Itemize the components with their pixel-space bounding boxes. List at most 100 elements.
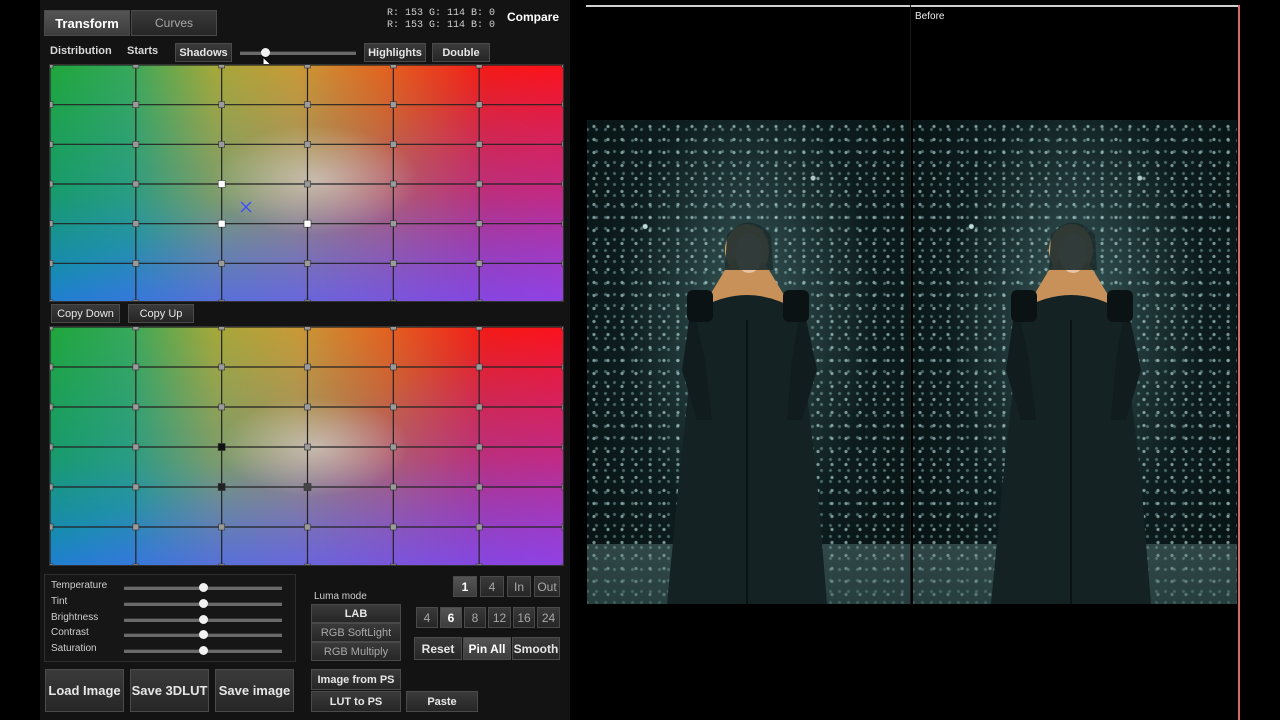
grid-control-point[interactable]: [561, 327, 564, 331]
preview-divider[interactable]: [910, 5, 911, 605]
grid-control-point[interactable]: [304, 299, 311, 302]
grid-control-point[interactable]: [132, 403, 140, 411]
grid-control-point[interactable]: [132, 101, 140, 108]
luma-option-rgb-multiply[interactable]: RGB Multiply: [311, 642, 401, 661]
reset-button[interactable]: Reset: [414, 637, 462, 660]
grid-control-point[interactable]: [561, 220, 564, 227]
grid-control-point[interactable]: [561, 101, 564, 108]
grid-control-point[interactable]: [475, 443, 483, 451]
grid-control-point[interactable]: [561, 260, 564, 267]
grid-control-point[interactable]: [475, 483, 483, 491]
grid-control-point[interactable]: [132, 180, 140, 188]
grid-control-point[interactable]: [390, 65, 397, 69]
grid-control-point[interactable]: [218, 299, 225, 302]
grid-control-point[interactable]: [475, 563, 483, 566]
grid-control-point[interactable]: [390, 180, 397, 188]
view-button-out[interactable]: Out: [534, 576, 560, 597]
grid-control-point[interactable]: [50, 299, 54, 302]
grid-control-point[interactable]: [132, 220, 140, 227]
grid-control-point[interactable]: [132, 65, 140, 69]
grid-control-point[interactable]: [132, 523, 140, 531]
luma-option-lab[interactable]: LAB: [311, 604, 401, 623]
shadows-slider-track[interactable]: [240, 51, 356, 55]
color-grid-target[interactable]: [49, 64, 564, 302]
grid-control-point[interactable]: [304, 180, 311, 188]
grid-control-point[interactable]: [304, 141, 311, 148]
grid-control-point[interactable]: [217, 483, 226, 491]
grid-control-point[interactable]: [304, 563, 311, 566]
copy-up-button[interactable]: Copy Up: [128, 304, 194, 323]
grid-control-point[interactable]: [390, 443, 397, 451]
grid-control-point[interactable]: [390, 101, 397, 108]
view-button-4[interactable]: 4: [480, 576, 504, 597]
grid-control-point[interactable]: [561, 443, 564, 451]
grid-control-point[interactable]: [132, 299, 140, 302]
grid-control-point[interactable]: [132, 563, 140, 566]
view-button-1[interactable]: 1: [453, 576, 477, 597]
grid-control-point[interactable]: [132, 443, 140, 451]
adjust-slider-knob[interactable]: [199, 599, 208, 608]
grid-control-point[interactable]: [561, 65, 564, 69]
luma-option-rgb-softlight[interactable]: RGB SoftLight: [311, 623, 401, 642]
grid-control-point[interactable]: [475, 180, 483, 188]
grid-control-point[interactable]: [50, 327, 54, 331]
grid-size-6[interactable]: 6: [440, 607, 462, 628]
grid-size-16[interactable]: 16: [513, 607, 535, 628]
grid-control-point[interactable]: [218, 141, 225, 148]
grid-control-point[interactable]: [50, 220, 54, 227]
grid-control-point[interactable]: [475, 220, 483, 227]
grid-control-point[interactable]: [50, 363, 54, 371]
grid-control-point[interactable]: [218, 260, 225, 267]
grid-size-4[interactable]: 4: [416, 607, 438, 628]
grid-control-point[interactable]: [218, 101, 225, 108]
grid-control-point[interactable]: [50, 403, 54, 411]
grid-control-point[interactable]: [561, 299, 564, 302]
grid-control-point[interactable]: [390, 220, 397, 227]
lut-to-ps-button[interactable]: LUT to PS: [311, 691, 401, 712]
grid-control-point[interactable]: [217, 180, 226, 188]
grid-control-point[interactable]: [561, 483, 564, 491]
grid-size-24[interactable]: 24: [537, 607, 560, 628]
grid-control-point[interactable]: [304, 260, 311, 267]
grid-control-point[interactable]: [218, 327, 225, 331]
grid-control-point[interactable]: [50, 141, 54, 148]
grid-control-point[interactable]: [218, 403, 225, 411]
load-image-button[interactable]: Load Image: [45, 669, 124, 712]
grid-control-point[interactable]: [390, 327, 397, 331]
grid-control-point[interactable]: [218, 523, 225, 531]
grid-control-point[interactable]: [475, 101, 483, 108]
grid-control-point[interactable]: [217, 219, 226, 228]
grid-control-point[interactable]: [50, 101, 54, 108]
shadows-button[interactable]: Shadows: [175, 43, 232, 62]
color-grid-source[interactable]: [49, 326, 564, 566]
grid-control-point[interactable]: [50, 483, 54, 491]
grid-lines[interactable]: [50, 65, 564, 302]
grid-control-point[interactable]: [303, 219, 312, 228]
grid-control-point[interactable]: [475, 403, 483, 411]
pin-all-button[interactable]: Pin All: [463, 637, 511, 660]
grid-control-point[interactable]: [50, 260, 54, 267]
adjust-slider-knob[interactable]: [199, 646, 208, 655]
grid-control-point[interactable]: [561, 141, 564, 148]
grid-control-point[interactable]: [390, 563, 397, 566]
preview-before-image[interactable]: [913, 120, 1237, 604]
adjust-slider-knob[interactable]: [199, 615, 208, 624]
grid-control-point[interactable]: [304, 65, 311, 69]
grid-control-point[interactable]: [561, 563, 564, 566]
grid-control-point[interactable]: [218, 563, 225, 566]
grid-size-12[interactable]: 12: [488, 607, 511, 628]
starts-label[interactable]: Starts: [127, 45, 158, 57]
grid-control-point[interactable]: [475, 299, 483, 302]
highlights-button[interactable]: Highlights: [364, 43, 426, 62]
grid-control-point[interactable]: [304, 443, 311, 451]
tab-curves[interactable]: Curves: [131, 10, 217, 36]
double-button[interactable]: Double: [432, 43, 490, 62]
grid-control-point[interactable]: [304, 101, 311, 108]
grid-control-point[interactable]: [304, 403, 311, 411]
grid-control-point[interactable]: [132, 327, 140, 331]
grid-control-point[interactable]: [475, 141, 483, 148]
adjust-slider-knob[interactable]: [199, 583, 208, 592]
grid-control-point[interactable]: [390, 523, 397, 531]
grid-control-point[interactable]: [50, 65, 54, 69]
smooth-button[interactable]: Smooth: [512, 637, 560, 660]
